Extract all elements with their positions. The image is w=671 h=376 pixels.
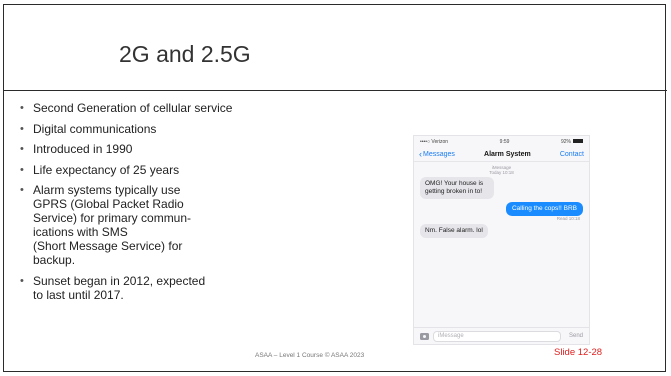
title-divider [4,90,667,91]
back-button[interactable]: ‹ Messages [419,148,455,159]
message-bubble-incoming: Nm. False alarm. lol [420,224,488,238]
phone-screenshot: ••••○ Verizon 9:59 92% ‹ Messages Alarm S… [413,135,590,345]
slide-title: 2G and 2.5G [119,41,251,67]
conversation-header: ‹ Messages Alarm System Contact [414,147,589,162]
read-receipt: Read 10:18 [556,216,580,221]
bullet-item: Second Generation of cellular service [20,101,340,115]
bullet-item: Life expectancy of 25 years [20,163,340,177]
conversation-meta: iMessage Today 10:18 [489,165,514,175]
message-bubble-incoming: OMG! Your house is getting broken in to! [420,177,494,199]
chevron-left-icon: ‹ [419,148,422,159]
message-composer: iMessage Send [414,327,589,344]
status-time: 9:59 [499,138,510,145]
message-input[interactable]: iMessage [433,330,561,342]
bullet-item: Digital communications [20,122,340,136]
contact-button[interactable]: Contact [560,151,584,158]
status-bar: ••••○ Verizon 9:59 92% [414,136,589,147]
send-button[interactable]: Send [569,333,583,339]
bullet-item: Sunset began in 2012, expected to last u… [20,274,340,302]
bullet-item: Introduced in 1990 [20,142,340,156]
bullet-list: Second Generation of cellular service Di… [20,101,340,308]
battery-indicator: 92% [561,139,583,145]
bullet-item: Alarm systems typically use GPRS (Global… [20,183,233,267]
carrier-label: ••••○ Verizon [420,138,449,145]
slide-footer: ASAA – Level 1 Course © ASAA 2023 [255,352,365,359]
message-bubble-outgoing: Calling the cops!! BRB [505,202,583,216]
contact-name: Alarm System [484,150,531,158]
battery-icon [573,139,583,144]
camera-icon[interactable] [420,332,429,340]
slide-number: Slide 12-28 [554,347,603,358]
